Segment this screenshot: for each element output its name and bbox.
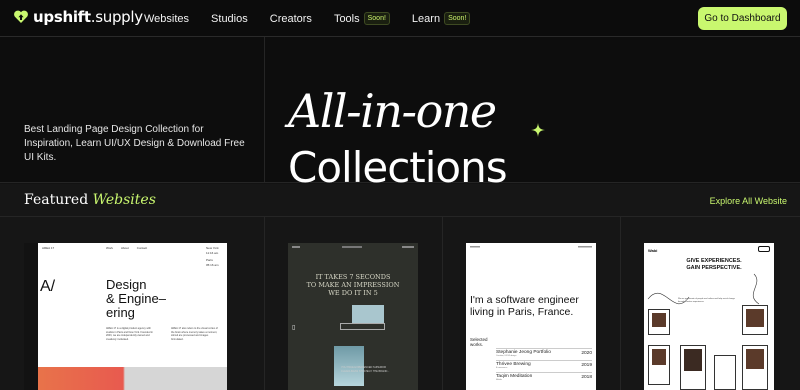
card-sidebar bbox=[24, 243, 38, 390]
card-site-name: AREA 17 bbox=[42, 246, 55, 250]
sparkle-icon bbox=[531, 123, 545, 137]
card-logo: Wabi bbox=[648, 248, 658, 253]
logo[interactable]: upshift.supply bbox=[13, 8, 143, 26]
work-row: Stephanie Jeong Portfolio Creative, UX/U… bbox=[496, 348, 592, 357]
column-divider bbox=[620, 217, 621, 390]
featured-heading: Featured Websites bbox=[24, 192, 156, 208]
card-heading: Design & Engine– ering bbox=[106, 277, 166, 320]
card-heading: IT TAKES 7 SECONDS TO MAKE AN IMPRESSION… bbox=[306, 273, 400, 297]
website-card-give-experiences[interactable]: Wabi GIVE EXPERIENCES. GAIN PERSPECTIVE.… bbox=[644, 243, 774, 390]
explore-all-websites-link[interactable]: Explore All Website bbox=[710, 196, 787, 206]
card-subtext: We are passionate of people and culture … bbox=[678, 298, 735, 303]
card-image bbox=[38, 367, 227, 390]
go-to-dashboard-button[interactable]: Go to Dashboard bbox=[698, 7, 787, 30]
card-topbar bbox=[292, 245, 414, 249]
website-card-impression[interactable]: IT TAKES 7 SECONDS TO MAKE AN IMPRESSION… bbox=[288, 243, 418, 390]
card-menu: Work About Contact bbox=[106, 246, 148, 250]
nav-creators[interactable]: Creators bbox=[270, 13, 312, 25]
nav-websites[interactable]: Websites bbox=[144, 13, 189, 25]
soon-badge: Soon! bbox=[363, 12, 390, 25]
nav-learn[interactable]: Learn Soon! bbox=[412, 12, 471, 25]
card-locations: New York 11:16 am Paris 05:16 am bbox=[206, 246, 219, 267]
column-divider bbox=[264, 217, 265, 390]
card-photo bbox=[652, 313, 666, 327]
main-nav: Websites Studios Creators Tools Soon! Le… bbox=[144, 0, 484, 37]
card-glyph: ▯ bbox=[292, 325, 296, 331]
card-selected-works: Selected works. bbox=[470, 337, 488, 347]
card-blurb: AREA 17 also refers to the visual cortex… bbox=[171, 327, 218, 341]
card-topbar bbox=[470, 245, 592, 250]
card-list: YOU HAVE EXPERIENCED SUPERIOR CLEANLINES… bbox=[341, 366, 390, 373]
website-card-software-engineer[interactable]: I'm a software engineer living in Paris,… bbox=[466, 243, 596, 390]
logo-text: upshift.supply bbox=[33, 8, 143, 26]
nav-studios[interactable]: Studios bbox=[211, 13, 248, 25]
top-navbar: upshift.supply Websites Studios Creators… bbox=[0, 0, 800, 37]
hero-description: Best Landing Page Design Collection for … bbox=[24, 124, 245, 163]
section-divider bbox=[0, 216, 800, 217]
work-row: Thrivee Brewing E-commerce 2019 bbox=[496, 360, 592, 369]
card-photo bbox=[652, 349, 666, 365]
logo-heart-icon bbox=[14, 10, 28, 23]
card-button bbox=[758, 246, 770, 252]
hero-title-line2: Collections bbox=[288, 143, 508, 192]
hero-section: Best Landing Page Design Collection for … bbox=[0, 37, 800, 189]
column-divider bbox=[442, 217, 443, 390]
card-mark: A/ bbox=[40, 278, 56, 295]
card-blurb: AREA 17 is a digital product agency with… bbox=[106, 327, 153, 341]
card-photo-frame bbox=[714, 355, 736, 390]
featured-websites-section: Featured Websites Explore All Website AR… bbox=[0, 184, 800, 390]
card-image bbox=[352, 305, 384, 323]
card-frame bbox=[340, 323, 385, 330]
card-photo bbox=[684, 349, 702, 371]
hero-divider bbox=[264, 37, 265, 183]
soon-badge: Soon! bbox=[444, 12, 471, 25]
card-photo bbox=[746, 309, 764, 327]
card-photo bbox=[746, 349, 764, 369]
card-heading: I'm a software engineer living in Paris,… bbox=[470, 294, 579, 318]
work-row: Taqim Meditation Mobile 2018 bbox=[496, 372, 592, 381]
hero-title-line1: All-in-one bbox=[288, 84, 497, 138]
nav-tools[interactable]: Tools Soon! bbox=[334, 12, 390, 25]
website-card-area17[interactable]: AREA 17 Work About Contact New York 11:1… bbox=[24, 243, 227, 390]
